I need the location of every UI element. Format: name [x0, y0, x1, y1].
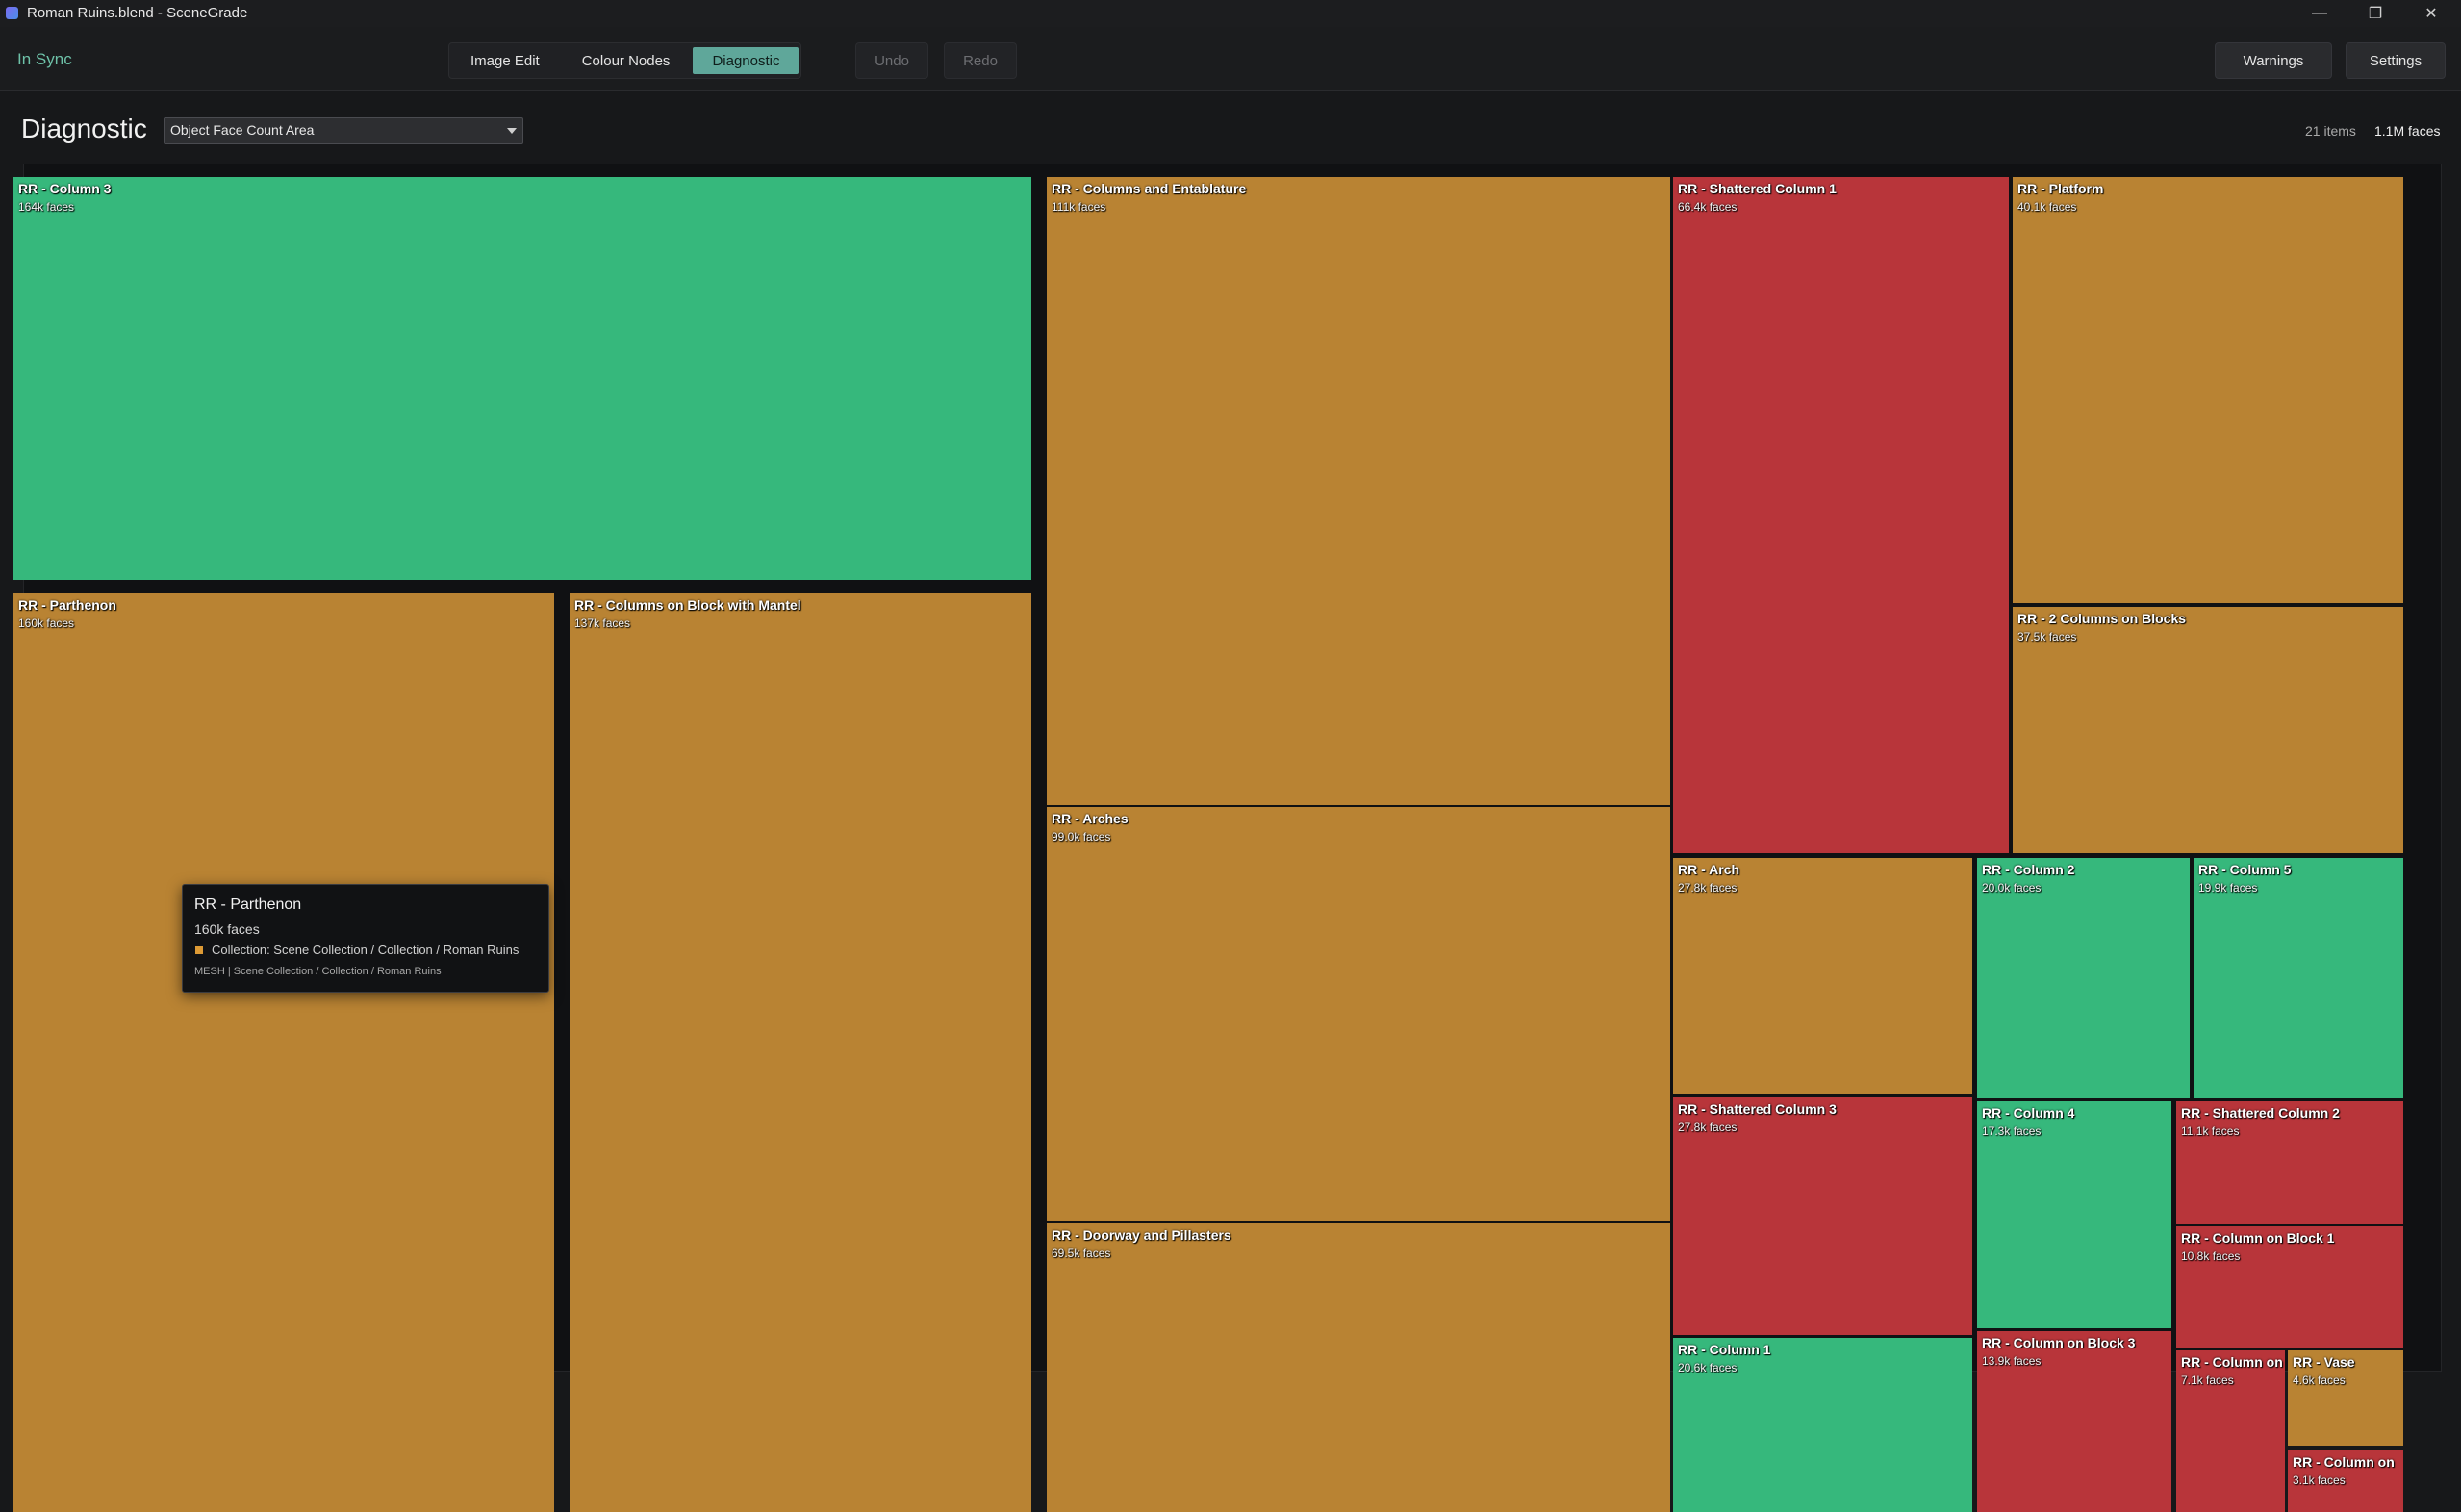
sync-status: In Sync [17, 50, 72, 68]
metric-select[interactable]: Object Face Count Area [164, 117, 523, 144]
treemap-tile-arches[interactable]: RR - Arches 99.0k faces [1047, 807, 1670, 1221]
treemap-tile-column-on-block-3[interactable]: RR - Column on Block 3 13.9k faces [1977, 1331, 2171, 1512]
tooltip-collection: Collection: Scene Collection / Collectio… [212, 943, 520, 957]
treemap-panel: RR - Column 3 164k faces RR - Parthenon 16… [13, 164, 2442, 1512]
treemap-tile-column-2[interactable]: RR - Column 2 20.0k faces [1977, 858, 2190, 1098]
tab-colour-nodes[interactable]: Colour Nodes [563, 47, 690, 74]
toolbar: In Sync Image Edit Colour Nodes Diagnost… [0, 27, 2461, 91]
treemap-tile-shattered-column-1[interactable]: RR - Shattered Column 1 66.4k faces [1673, 177, 2009, 853]
warnings-button[interactable]: Warnings [2215, 42, 2332, 79]
item-count: 21 items [2305, 123, 2356, 139]
settings-button[interactable]: Settings [2346, 42, 2446, 79]
treemap-tile-2-columns-on-blocks[interactable]: RR - 2 Columns on Blocks 37.5k faces [2013, 607, 2403, 853]
title-bar: Roman Ruins.blend - SceneGrade — ❐ ✕ [0, 0, 2461, 28]
treemap-tile-arch[interactable]: RR - Arch 27.8k faces [1673, 858, 1972, 1094]
page-title: Diagnostic [21, 113, 147, 143]
mode-tabs: Image Edit Colour Nodes Diagnostic [448, 42, 802, 79]
treemap-tile-column-on-a[interactable]: RR - Column on 7.1k faces [2176, 1350, 2285, 1512]
treemap-tile-column-on-block-1[interactable]: RR - Column on Block 1 10.8k faces [2176, 1226, 2403, 1348]
metric-select-value: Object Face Count Area [170, 122, 315, 138]
treemap-tile-columns-and-entablature[interactable]: RR - Columns and Entablature 111k faces [1047, 177, 1670, 805]
window-title: Roman Ruins.blend - SceneGrade [27, 5, 248, 21]
restore-button[interactable]: ❐ [2347, 0, 2403, 27]
tooltip-title: RR - Parthenon [194, 896, 302, 913]
app-logo-icon [6, 7, 18, 19]
tab-image-edit[interactable]: Image Edit [451, 47, 559, 74]
redo-button[interactable]: Redo [944, 42, 1017, 79]
tooltip-faces: 160k faces [194, 921, 260, 937]
treemap-tile-columns-on-block-with-mantel[interactable]: RR - Columns on Block with Mantel 137k fa… [570, 593, 1031, 1512]
treemap-tile-column-on-b[interactable]: RR - Column on 3.1k faces [2288, 1450, 2403, 1512]
close-button[interactable]: ✕ [2403, 0, 2459, 27]
minimize-button[interactable]: — [2292, 0, 2347, 27]
total-faces: 1.1M faces [2374, 123, 2441, 139]
treemap-tile-parthenon[interactable]: RR - Parthenon 160k faces [13, 593, 554, 1512]
collection-swatch-icon [195, 946, 203, 954]
treemap-tile-shattered-column-2[interactable]: RR - Shattered Column 2 11.1k faces [2176, 1101, 2403, 1224]
tooltip-mesh-path: MESH | Scene Collection / Collection / R… [194, 966, 442, 977]
tile-tooltip: RR - Parthenon 160k faces Collection: Sc… [182, 884, 549, 993]
undo-button[interactable]: Undo [855, 42, 928, 79]
treemap-tile-column-5[interactable]: RR - Column 5 19.9k faces [2194, 858, 2403, 1098]
chevron-down-icon [507, 128, 517, 134]
treemap-tile-column-4[interactable]: RR - Column 4 17.3k faces [1977, 1101, 2171, 1328]
treemap-tile-shattered-column-3[interactable]: RR - Shattered Column 3 27.8k faces [1673, 1097, 1972, 1335]
tab-diagnostic[interactable]: Diagnostic [693, 47, 799, 74]
treemap-tile-column-1[interactable]: RR - Column 1 20.6k faces [1673, 1338, 1972, 1512]
treemap-tile-column-3[interactable]: RR - Column 3 164k faces [13, 177, 1031, 580]
treemap-tile-platform[interactable]: RR - Platform 40.1k faces [2013, 177, 2403, 603]
treemap-tile-vase[interactable]: RR - Vase 4.6k faces [2288, 1350, 2403, 1446]
treemap-tile-doorway-and-pillasters[interactable]: RR - Doorway and Pillasters 69.5k faces [1047, 1223, 1670, 1512]
